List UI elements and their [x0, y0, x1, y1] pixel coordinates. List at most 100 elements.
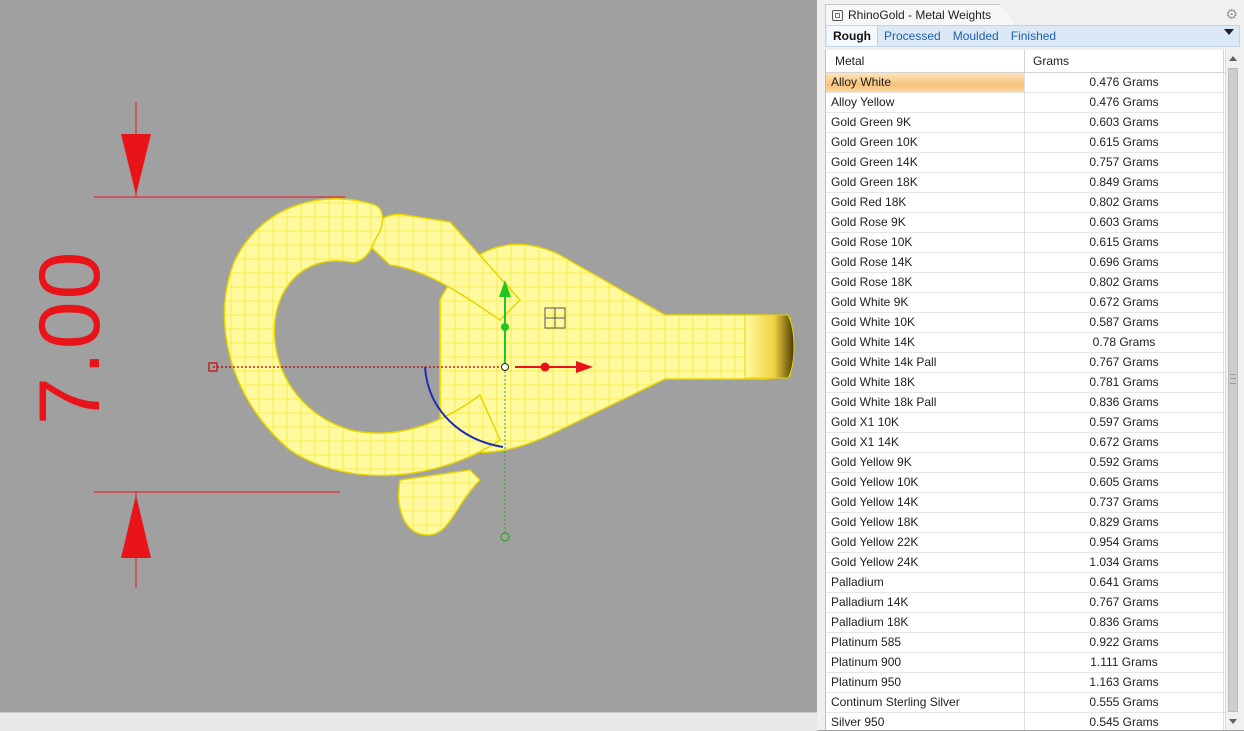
- metal-name-cell: Palladium 18K: [826, 613, 1025, 632]
- grams-cell: 0.605 Grams: [1025, 473, 1224, 492]
- metal-name-cell: Gold Rose 14K: [826, 253, 1025, 272]
- table-row[interactable]: Continum Sterling Silver 0.555 Grams: [826, 693, 1226, 713]
- table-row[interactable]: Gold Yellow 24K 1.034 Grams: [826, 553, 1226, 573]
- scrollbar-thumb[interactable]: [1228, 68, 1238, 712]
- table-scrollbar[interactable]: [1225, 50, 1241, 730]
- dimension-annotation: [94, 102, 345, 588]
- grams-cell: 0.615 Grams: [1025, 233, 1224, 252]
- metal-name-cell: Silver 950: [826, 713, 1025, 730]
- table-row[interactable]: Gold White 10K 0.587 Grams: [826, 313, 1226, 333]
- dimension-value: 7.00: [22, 249, 118, 425]
- column-header-grams[interactable]: Grams: [1025, 50, 1224, 72]
- table-row[interactable]: Platinum 950 1.163 Grams: [826, 673, 1226, 693]
- metal-name-cell: Gold Rose 10K: [826, 233, 1025, 252]
- table-body: Alloy White 0.476 Grams Alloy Yellow 0.476 …: [826, 73, 1226, 730]
- tab-moulded[interactable]: Moulded: [947, 26, 1005, 46]
- grams-cell: 0.615 Grams: [1025, 133, 1224, 152]
- table-row[interactable]: Gold X1 14K 0.672 Grams: [826, 433, 1226, 453]
- table-row[interactable]: Gold Rose 10K 0.615 Grams: [826, 233, 1226, 253]
- table-row[interactable]: Alloy White 0.476 Grams: [826, 73, 1226, 93]
- grams-cell: 0.603 Grams: [1025, 213, 1224, 232]
- metal-name-cell: Gold White 10K: [826, 313, 1025, 332]
- grams-cell: 0.641 Grams: [1025, 573, 1224, 592]
- grams-cell: 0.836 Grams: [1025, 393, 1224, 412]
- metal-name-cell: Continum Sterling Silver: [826, 693, 1025, 712]
- grams-cell: 0.767 Grams: [1025, 593, 1224, 612]
- table-row[interactable]: Gold Rose 18K 0.802 Grams: [826, 273, 1226, 293]
- grams-cell: 0.78 Grams: [1025, 333, 1224, 352]
- table-row[interactable]: Gold Green 10K 0.615 Grams: [826, 133, 1226, 153]
- metal-name-cell: Gold Red 18K: [826, 193, 1025, 212]
- metal-name-cell: Palladium: [826, 573, 1025, 592]
- gear-icon[interactable]: ⚙: [1225, 7, 1238, 21]
- table-row[interactable]: Platinum 585 0.922 Grams: [826, 633, 1226, 653]
- table-row[interactable]: Platinum 900 1.111 Grams: [826, 653, 1226, 673]
- gizmo-handle-bottom[interactable]: [500, 532, 510, 542]
- column-header-metal[interactable]: Metal: [826, 50, 1025, 72]
- viewport-canvas[interactable]: [0, 0, 817, 712]
- metal-name-cell: Gold White 18k Pall: [826, 393, 1025, 412]
- metal-name-cell: Gold Green 18K: [826, 173, 1025, 192]
- table-row[interactable]: Gold White 18k Pall 0.836 Grams: [826, 393, 1226, 413]
- metal-name-cell: Gold White 9K: [826, 293, 1025, 312]
- tab-rough[interactable]: Rough: [827, 26, 878, 46]
- table-row[interactable]: Gold Yellow 18K 0.829 Grams: [826, 513, 1226, 533]
- y-scale-handle[interactable]: [501, 323, 509, 331]
- grams-cell: 1.111 Grams: [1025, 653, 1224, 672]
- grams-cell: 1.034 Grams: [1025, 553, 1224, 572]
- table-row[interactable]: Gold X1 10K 0.597 Grams: [826, 413, 1226, 433]
- grams-cell: 0.603 Grams: [1025, 113, 1224, 132]
- table-row[interactable]: Palladium 0.641 Grams: [826, 573, 1226, 593]
- grams-cell: 0.767 Grams: [1025, 353, 1224, 372]
- metal-name-cell: Gold Yellow 9K: [826, 453, 1025, 472]
- table-row[interactable]: Gold White 14K 0.78 Grams: [826, 333, 1226, 353]
- metal-name-cell: Platinum 950: [826, 673, 1025, 692]
- grams-cell: 0.555 Grams: [1025, 693, 1224, 712]
- table-row[interactable]: Gold Red 18K 0.802 Grams: [826, 193, 1226, 213]
- metal-weights-table: Metal Grams Alloy White 0.476 Grams Alloy …: [825, 50, 1226, 730]
- table-row[interactable]: Gold Green 14K 0.757 Grams: [826, 153, 1226, 173]
- grams-cell: 0.587 Grams: [1025, 313, 1224, 332]
- grams-cell: 0.802 Grams: [1025, 273, 1224, 292]
- table-row[interactable]: Gold Rose 9K 0.603 Grams: [826, 213, 1226, 233]
- scroll-up-arrow-icon[interactable]: [1229, 56, 1237, 61]
- metal-name-cell: Gold White 18K: [826, 373, 1025, 392]
- panel-titlebar: RhinoGold - Metal Weights ⚙: [825, 4, 1240, 26]
- table-row[interactable]: Gold Yellow 14K 0.737 Grams: [826, 493, 1226, 513]
- table-row[interactable]: Gold Green 9K 0.603 Grams: [826, 113, 1226, 133]
- viewport-status-strip: [0, 712, 817, 731]
- tab-finished[interactable]: Finished: [1005, 26, 1062, 46]
- table-row[interactable]: Palladium 18K 0.836 Grams: [826, 613, 1226, 633]
- table-row[interactable]: Gold White 14k Pall 0.767 Grams: [826, 353, 1226, 373]
- grams-cell: 0.696 Grams: [1025, 253, 1224, 272]
- 3d-viewport[interactable]: 7.00: [0, 0, 817, 712]
- panel-title-tab[interactable]: RhinoGold - Metal Weights: [825, 4, 1015, 25]
- table-row[interactable]: Gold Rose 14K 0.696 Grams: [826, 253, 1226, 273]
- table-row[interactable]: Gold Yellow 22K 0.954 Grams: [826, 533, 1226, 553]
- grip-icon: [1230, 374, 1236, 384]
- metal-name-cell: Gold Yellow 14K: [826, 493, 1025, 512]
- table-row[interactable]: Alloy Yellow 0.476 Grams: [826, 93, 1226, 113]
- metal-name-cell: Gold X1 14K: [826, 433, 1025, 452]
- metal-name-cell: Gold Green 9K: [826, 113, 1025, 132]
- tab-processed[interactable]: Processed: [878, 26, 947, 46]
- metal-name-cell: Gold Yellow 18K: [826, 513, 1025, 532]
- table-row[interactable]: Gold Green 18K 0.849 Grams: [826, 173, 1226, 193]
- x-scale-handle[interactable]: [540, 362, 550, 372]
- gizmo-origin[interactable]: [501, 363, 509, 371]
- metal-name-cell: Gold Yellow 24K: [826, 553, 1025, 572]
- table-row[interactable]: Gold White 18K 0.781 Grams: [826, 373, 1226, 393]
- table-row[interactable]: Gold Yellow 10K 0.605 Grams: [826, 473, 1226, 493]
- grams-cell: 0.849 Grams: [1025, 173, 1224, 192]
- grams-cell: 0.476 Grams: [1025, 73, 1224, 92]
- table-row[interactable]: Gold White 9K 0.672 Grams: [826, 293, 1226, 313]
- metal-name-cell: Alloy White: [826, 73, 1025, 92]
- grams-cell: 0.836 Grams: [1025, 613, 1224, 632]
- chevron-down-icon[interactable]: [1224, 29, 1234, 35]
- panel-title: RhinoGold - Metal Weights: [848, 8, 992, 22]
- table-row[interactable]: Palladium 14K 0.767 Grams: [826, 593, 1226, 613]
- table-row[interactable]: Silver 950 0.545 Grams: [826, 713, 1226, 730]
- table-row[interactable]: Gold Yellow 9K 0.592 Grams: [826, 453, 1226, 473]
- scroll-down-arrow-icon[interactable]: [1229, 719, 1237, 724]
- metal-name-cell: Alloy Yellow: [826, 93, 1025, 112]
